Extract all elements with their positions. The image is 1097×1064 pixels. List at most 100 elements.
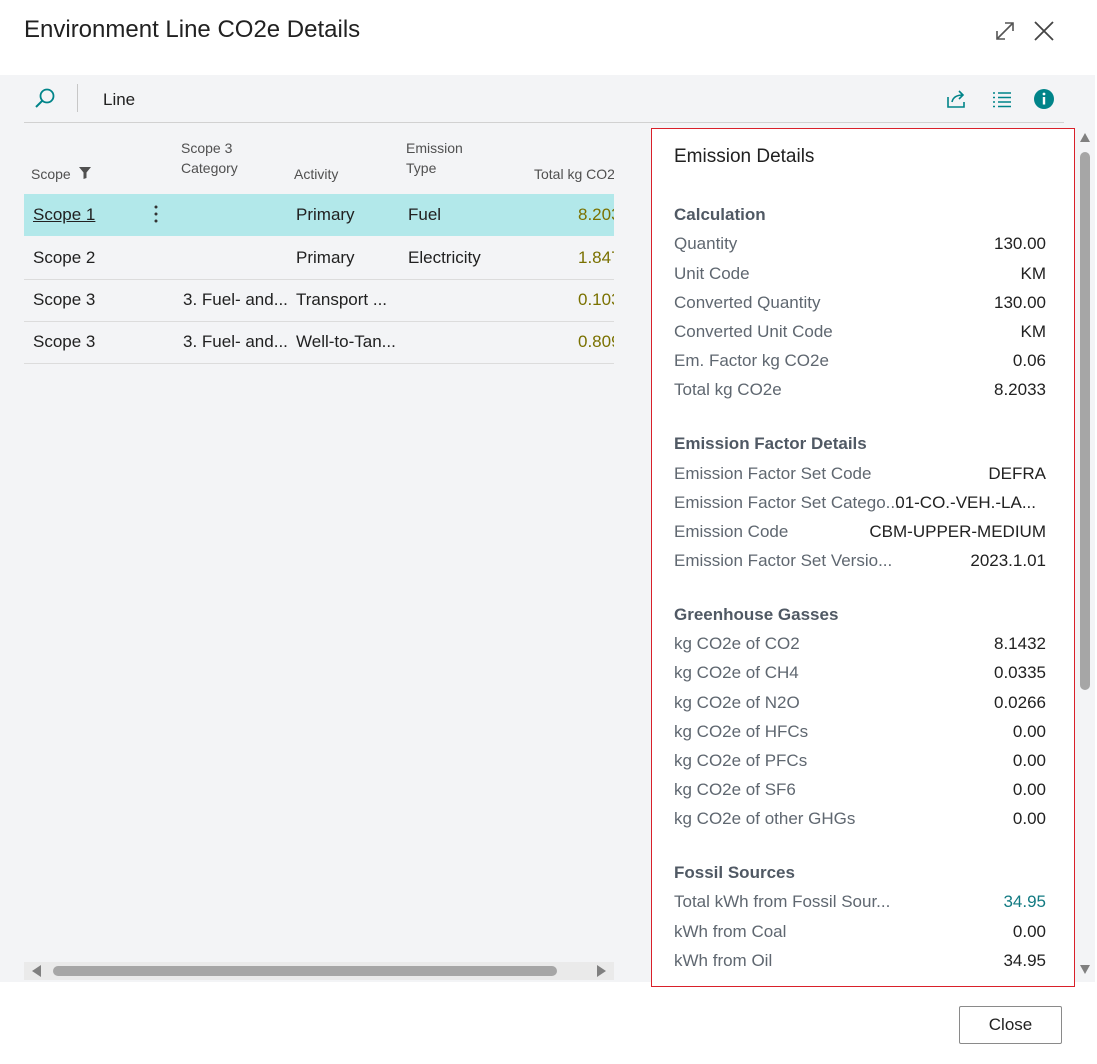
field-value: 01-CO.-VEH.-LA... (895, 493, 1036, 512)
scroll-up-icon[interactable] (1080, 133, 1090, 142)
row-actions-icon[interactable] (149, 202, 163, 226)
column-header-emission-type[interactable]: Emission Type (406, 138, 463, 178)
close-button[interactable]: Close (959, 1006, 1062, 1044)
horizontal-scrollbar-thumb[interactable] (53, 966, 557, 976)
column-header-scope3-category[interactable]: Scope 3 Category (181, 138, 238, 178)
column-header-label: Scope (31, 166, 71, 182)
list-view-icon[interactable] (990, 87, 1014, 111)
field-value: 0.00 (1012, 780, 1046, 799)
cell-activity: Primary (296, 205, 355, 224)
cell-emission-type: Electricity (408, 248, 481, 267)
close-icon[interactable] (1031, 18, 1057, 44)
vertical-scrollbar[interactable] (1077, 128, 1093, 976)
field-value: 0.00 (1012, 751, 1046, 770)
title-bar: Environment Line CO2e Details (0, 0, 1097, 75)
column-header-label: Scope 3 (181, 140, 233, 156)
action-bar: Line (24, 75, 1064, 123)
cell-total[interactable]: 1.8474 (578, 248, 614, 268)
field-label: kg CO2e of HFCs (674, 722, 809, 741)
dialog-title: Environment Line CO2e Details (24, 16, 361, 43)
field-value: 0.00 (1012, 722, 1046, 741)
cell-emission-type: Fuel (408, 205, 442, 224)
field-value: 0.0335 (994, 663, 1046, 682)
table-row[interactable]: Scope 2 Primary Electricity 1.8474 (24, 237, 614, 280)
field-label: Unit Code (674, 264, 750, 283)
column-header-total-kg-co2e[interactable]: Total kg CO2e (534, 164, 614, 184)
field-label: Converted Quantity (674, 293, 821, 312)
cell-scope: Scope 3 (33, 290, 96, 309)
share-icon[interactable] (944, 87, 968, 111)
field-label: Emission Factor Set Versio... (674, 551, 893, 570)
cell-scope[interactable]: Scope 1 (33, 205, 95, 225)
section-heading-greenhouse-gasses[interactable]: Greenhouse Gasses (674, 605, 838, 625)
cell-scope: Scope 2 (33, 248, 96, 267)
horizontal-scrollbar[interactable] (24, 962, 614, 980)
section-heading-emission-factor-details[interactable]: Emission Factor Details (674, 434, 867, 454)
column-header-activity[interactable]: Activity (294, 164, 338, 184)
view-label: Line (103, 90, 136, 109)
field-value: CBM-UPPER-MEDIUM (869, 522, 1046, 541)
emission-details-factbox: Emission Details Calculation Quantity 13… (651, 128, 1075, 987)
field-value: 0.00 (1012, 922, 1046, 941)
field-value: KM (1020, 264, 1047, 283)
field-value: 2023.1.01 (970, 551, 1046, 570)
table-row[interactable]: Scope 3 3. Fuel- and... Transport ... 0.… (24, 279, 614, 322)
field-label: kg CO2e of CH4 (674, 663, 799, 682)
search-icon[interactable] (34, 87, 56, 109)
cell-scope: Scope 3 (33, 332, 96, 351)
cell-total[interactable]: 0.8090 (578, 332, 614, 352)
field-value: 130.00 (994, 234, 1046, 253)
scroll-right-icon[interactable] (597, 965, 606, 977)
table-row[interactable]: Scope 3 3. Fuel- and... Well-to-Tan... 0… (24, 321, 614, 364)
field-value: 0.0266 (994, 693, 1046, 712)
column-header-label: Type (406, 160, 437, 176)
filter-icon (78, 167, 91, 179)
section-heading-calculation[interactable]: Calculation (674, 205, 766, 225)
field-label: Emission Factor Set Code (674, 464, 872, 483)
vertical-scrollbar-thumb[interactable] (1080, 152, 1090, 690)
field-label: Quantity (674, 234, 738, 253)
cell-total[interactable]: 8.2033 (578, 205, 614, 225)
cell-total[interactable]: 0.1033 (578, 290, 614, 310)
table-row[interactable]: Scope 1 Primary Fuel 8.2033 (24, 194, 614, 236)
dialog-content: Line Scope Scope 3 Category Activity Emi… (0, 75, 1095, 987)
cell-category: 3. Fuel- and... (183, 332, 288, 351)
field-label: Converted Unit Code (674, 322, 833, 341)
field-value: KM (1020, 322, 1047, 341)
field-label: Em. Factor kg CO2e (674, 351, 829, 370)
field-value: 0.00 (1012, 809, 1046, 828)
field-label: kWh from Coal (674, 922, 787, 941)
section-heading-fossil-sources[interactable]: Fossil Sources (674, 863, 795, 883)
field-label: Total kWh from Fossil Sour... (674, 892, 891, 911)
field-label: Total kg CO2e (674, 380, 782, 399)
cell-activity: Transport ... (296, 290, 388, 309)
column-header-label: Category (181, 160, 238, 176)
field-label: kg CO2e of CO2 (674, 634, 800, 653)
field-label: Emission Factor Set Catego... (674, 493, 898, 512)
field-label: kWh from Oil (674, 951, 773, 970)
cell-category: 3. Fuel- and... (183, 290, 288, 309)
info-icon[interactable] (1032, 87, 1056, 111)
column-header-label: Emission (406, 140, 463, 156)
field-value: 8.1432 (994, 634, 1046, 653)
field-value: 34.95 (1003, 951, 1046, 970)
field-value: DEFRA (988, 464, 1046, 483)
cell-activity: Primary (296, 248, 355, 267)
field-value: 0.06 (1012, 351, 1046, 370)
field-label: kg CO2e of other GHGs (674, 809, 856, 828)
factbox-title: Emission Details (674, 146, 815, 167)
scroll-down-icon[interactable] (1080, 965, 1090, 974)
column-header-label: Activity (294, 166, 339, 182)
field-label: kg CO2e of PFCs (674, 751, 808, 770)
field-value: 130.00 (994, 293, 1046, 312)
field-label: kg CO2e of N2O (674, 693, 800, 712)
lines-grid: Scope Scope 3 Category Activity Emission… (24, 133, 614, 373)
expand-icon[interactable] (992, 18, 1018, 44)
toolbar-divider (77, 84, 78, 112)
field-label: kg CO2e of SF6 (674, 780, 796, 799)
field-value: 8.2033 (994, 380, 1046, 399)
scroll-left-icon[interactable] (32, 965, 41, 977)
column-header-scope[interactable]: Scope (31, 164, 92, 184)
field-value-drilldown[interactable]: 34.95 (1003, 892, 1046, 912)
cell-activity: Well-to-Tan... (296, 332, 396, 351)
